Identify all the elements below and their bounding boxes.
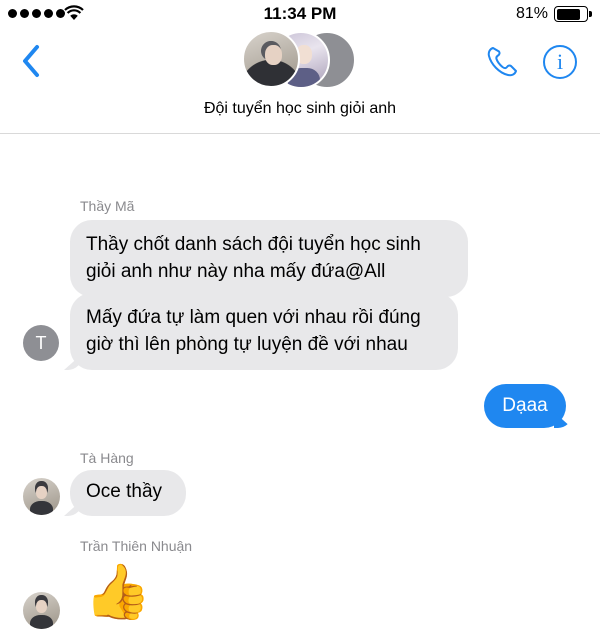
battery-percent: 81% — [515, 5, 548, 22]
avatar[interactable] — [23, 478, 60, 515]
battery-level — [556, 8, 580, 20]
group-avatars[interactable] — [242, 30, 362, 92]
message-bubble[interactable]: Thầy chốt danh sách đội tuyển học sinh g… — [70, 220, 468, 297]
info-icon[interactable]: i — [543, 45, 577, 79]
outgoing-message-bubble[interactable]: Dạaa — [484, 384, 566, 428]
phone-icon[interactable] — [484, 44, 520, 80]
avatar[interactable] — [23, 592, 60, 629]
message-bubble[interactable]: Mấy đứa tự làm quen với nhau rồi đúng gi… — [70, 293, 458, 370]
group-name[interactable]: Đội tuyển học sinh giỏi anh — [0, 100, 600, 118]
group-avatar-1 — [242, 30, 300, 88]
battery-icon — [554, 6, 592, 22]
sender-name: Trần Thiên Nhuận — [80, 538, 193, 554]
avatar[interactable]: T — [23, 325, 59, 361]
conversation-header: Đội tuyển học sinh giỏi anh i — [0, 30, 600, 134]
message-bubble[interactable]: Oce thầy — [70, 470, 186, 516]
chevron-left-icon[interactable] — [18, 41, 46, 81]
sender-name: Tà Hàng — [80, 450, 134, 466]
sender-name: Thầy Mã — [80, 198, 135, 214]
thumbs-up-emoji[interactable]: 👍 — [84, 560, 151, 624]
status-bar: 11:34 PM 81% — [0, 0, 600, 30]
status-time: 11:34 PM — [263, 4, 337, 23]
